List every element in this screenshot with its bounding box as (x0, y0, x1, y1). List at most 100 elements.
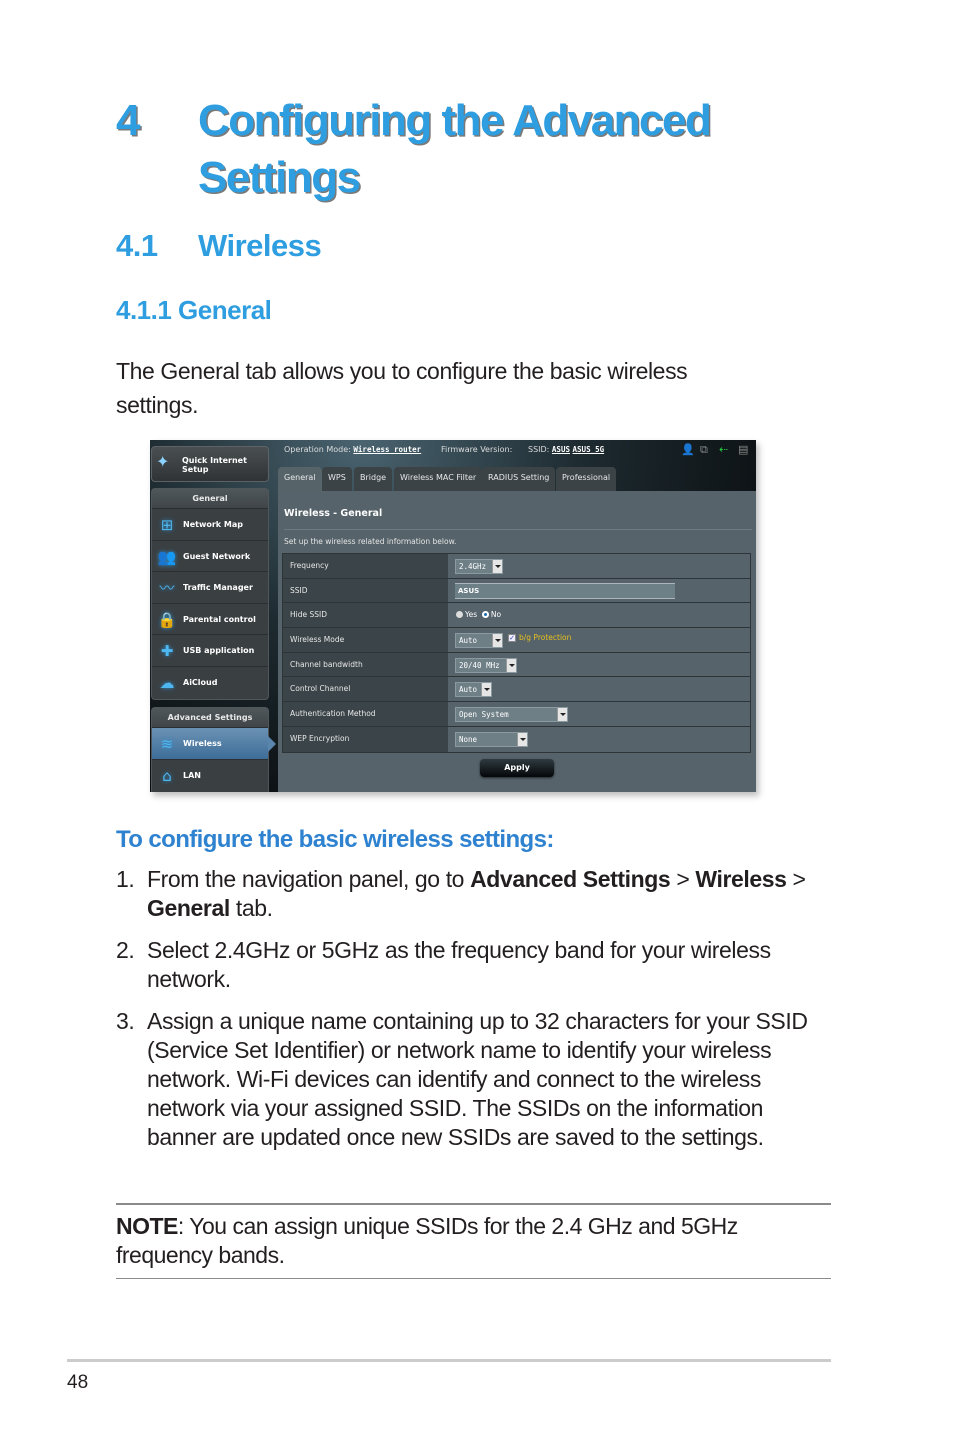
tab-wps[interactable]: WPS (322, 467, 352, 491)
field-row-ssid: SSID ASUS (283, 578, 750, 604)
nav-item-label: Wireless (183, 739, 222, 748)
nav-item-aicloud[interactable]: ☁ AiCloud (152, 667, 268, 699)
subsection-heading: 4.1.1 General (116, 295, 272, 325)
chevron-down-icon (517, 732, 527, 746)
wep-encryption-select[interactable]: None (455, 731, 528, 747)
guest-network-icon: 👥 (157, 547, 177, 566)
wireless-mode-select[interactable]: Auto (455, 633, 503, 649)
auth-method-select[interactable]: Open System (455, 707, 568, 723)
step-3: 3. Assign a unique name containing up to… (116, 1008, 808, 1150)
section-title: Wireless (198, 228, 322, 263)
footer-divider (67, 1359, 831, 1362)
field-row-wireless-mode: Wireless Mode Auto ✓ b/g Protection (283, 628, 750, 653)
field-label: Control Channel (283, 677, 448, 702)
panel-description: Set up the wireless related information … (284, 537, 457, 546)
nav-item-wireless[interactable]: ≋ Wireless (152, 728, 276, 760)
chevron-down-icon (492, 634, 502, 648)
procedure-steps: 1. From the navigation panel, go to Adva… (116, 865, 836, 1165)
field-label: Channel bandwidth (283, 652, 448, 677)
tab-radius-setting[interactable]: RADIUS Setting (482, 467, 556, 491)
control-channel-select[interactable]: Auto (455, 682, 492, 698)
nav-advanced-group: Advanced Settings ≋ Wireless ⌂ LAN (151, 707, 276, 792)
section-number: 4.1 (116, 228, 158, 263)
field-label: SSID (283, 578, 448, 603)
intro-paragraph: The General tab allows you to configure … (116, 358, 688, 418)
nav-advanced-title: Advanced Settings (152, 708, 268, 728)
clients-icon[interactable]: 👤 (681, 443, 695, 456)
field-row-auth-method: Authentication Method Open System (283, 702, 750, 727)
settings-table: Frequency 2.4GHz SSID ASUS Hide SSID Yes… (282, 553, 751, 753)
copy-icon[interactable]: ⧉ (700, 443, 708, 457)
field-row-channel-bandwidth: Channel bandwidth 20/40 MHz (283, 652, 750, 678)
home-icon: ⌂ (162, 766, 172, 785)
field-label: Authentication Method (283, 702, 448, 726)
wireless-general-panel: Wireless - General Set up the wireless r… (278, 491, 756, 792)
step-1: 1. From the navigation panel, go to Adva… (116, 866, 806, 921)
field-label: Wireless Mode (283, 628, 448, 652)
nav-item-label: USB application (183, 646, 255, 656)
field-label: Hide SSID (283, 603, 448, 628)
nav-item-guest-network[interactable]: 👥 Guest Network (152, 541, 268, 573)
ssid-display: SSID: ASUS ASUS_5G (528, 445, 605, 454)
note-text: : You can assign unique SSIDs for the 2.… (116, 1213, 738, 1268)
hide-ssid-radio-group: Yes No (456, 603, 501, 627)
channel-bandwidth-select[interactable]: 20/40 MHz (455, 657, 517, 673)
note-box: NOTE: You can assign unique SSIDs for th… (116, 1203, 831, 1279)
nav-general-group: General ⊞ Network Map 👥 Guest Network 〰 … (151, 488, 269, 700)
printer-icon[interactable]: ▤ (738, 443, 748, 456)
lock-icon: 🔒 (157, 610, 177, 629)
puzzle-icon: ✚ (160, 642, 174, 661)
router-screenshot: ✦ Quick Internet Setup General ⊞ Network… (150, 440, 756, 792)
tab-wireless-mac-filter[interactable]: Wireless MAC Filter (394, 467, 483, 491)
chapter-number: 4 (116, 96, 140, 145)
bg-protection-checkbox[interactable]: ✓ (508, 634, 516, 643)
nav-item-label: Network Map (183, 520, 243, 529)
operation-mode: Operation Mode: Wireless router (284, 445, 422, 454)
chevron-down-icon (481, 683, 491, 697)
chevron-down-icon (557, 708, 567, 722)
ssid-link-5g[interactable]: ASUS_5G (573, 445, 605, 454)
status-banner: Operation Mode: Wireless router Firmware… (278, 440, 756, 462)
panel-title: Wireless - General (284, 508, 383, 519)
usb-icon[interactable]: ⇠ (719, 443, 728, 456)
ssid-input[interactable]: ASUS (455, 582, 675, 599)
nav-item-traffic-manager[interactable]: 〰 Traffic Manager (152, 572, 268, 604)
operation-mode-link[interactable]: Wireless router (353, 445, 421, 454)
magic-wand-icon: ✦ (156, 452, 170, 471)
step-2: 2. Select 2.4GHz or 5GHz as the frequenc… (116, 937, 771, 992)
field-row-wep-encryption: WEP Encryption None (283, 726, 750, 752)
note-label: NOTE (116, 1213, 178, 1239)
bg-protection-label: b/g Protection (519, 633, 572, 643)
tab-general[interactable]: General (278, 467, 322, 492)
nav-item-label: AiCloud (183, 677, 218, 687)
quick-internet-setup-button[interactable]: ✦ Quick Internet Setup (151, 446, 269, 482)
ssid-link-24[interactable]: ASUS (552, 445, 570, 454)
network-map-icon: ⊞ (160, 516, 174, 534)
apply-button[interactable]: Apply (480, 759, 554, 777)
nav-item-usb-application[interactable]: ✚ USB application (152, 635, 268, 667)
tab-bridge[interactable]: Bridge (354, 467, 393, 491)
frequency-select[interactable]: 2.4GHz (455, 559, 503, 574)
tab-professional[interactable]: Professional (556, 467, 617, 491)
firmware-version-label: Firmware Version: (441, 445, 513, 454)
field-label: WEP Encryption (283, 726, 448, 752)
nav-item-lan[interactable]: ⌂ LAN (152, 760, 268, 792)
field-row-frequency: Frequency 2.4GHz (283, 554, 750, 579)
nav-item-label: LAN (183, 770, 201, 780)
navigation-panel: ✦ Quick Internet Setup General ⊞ Network… (150, 440, 276, 792)
wifi-icon: ≋ (160, 735, 174, 753)
hide-ssid-no-radio[interactable] (481, 611, 489, 619)
nav-item-label: Parental control (183, 614, 256, 624)
hide-ssid-yes-radio[interactable] (456, 611, 463, 619)
chevron-down-icon (506, 658, 516, 672)
procedure-heading: To configure the basic wireless settings… (116, 826, 554, 853)
quick-setup-label: Quick Internet Setup (182, 456, 247, 474)
nav-general-title: General (152, 489, 268, 509)
page-number: 48 (67, 1372, 89, 1393)
nav-item-network-map[interactable]: ⊞ Network Map (152, 509, 268, 541)
divider (284, 529, 752, 530)
field-row-control-channel: Control Channel Auto (283, 677, 750, 703)
nav-item-parental-control[interactable]: 🔒 Parental control (152, 604, 268, 636)
field-row-hide-ssid: Hide SSID Yes No (283, 603, 750, 629)
cloud-icon: ☁ (159, 673, 175, 692)
